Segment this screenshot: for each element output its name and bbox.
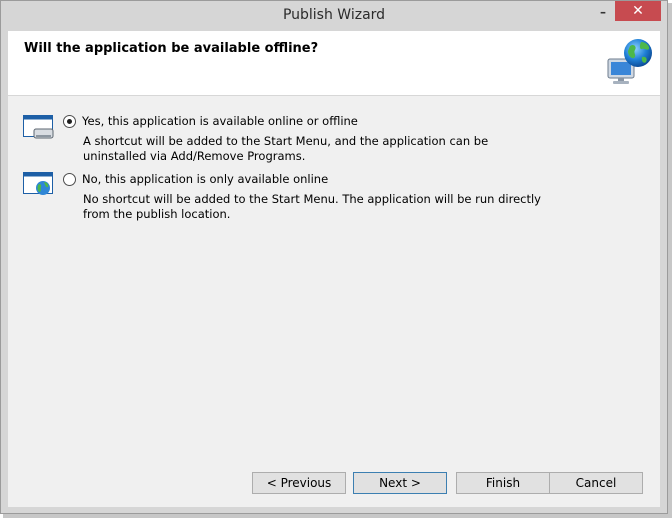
page-title: Will the application be available offlin… [24,41,319,56]
wizard-header: Will the application be available offlin… [8,31,660,95]
title-bar[interactable]: Publish Wizard – ✕ [1,1,667,31]
online-option-label[interactable]: No, this application is only available o… [82,172,328,186]
online-option-description: No shortcut will be added to the Start M… [83,192,541,221]
offline-option-label[interactable]: Yes, this application is available onlin… [82,114,358,128]
offline-option-description: A shortcut will be added to the Start Me… [83,134,489,163]
publish-wizard-window: Publish Wizard – ✕ Will the application … [0,0,668,514]
globe-computer-icon [607,39,652,84]
offline-option-radio[interactable] [63,115,76,128]
previous-button[interactable]: < Previous [252,472,346,494]
wizard-client-area: Will the application be available offlin… [8,31,660,507]
minimize-button[interactable]: – [592,6,614,23]
offline-app-icon [23,115,54,139]
next-button[interactable]: Next > [353,472,447,494]
header-divider [8,95,660,96]
online-app-icon [23,172,53,195]
online-option-radio[interactable] [63,173,76,186]
radio-selected-dot [67,119,72,124]
finish-button[interactable]: Finish [456,472,550,494]
window-title: Publish Wizard [282,7,386,23]
cancel-button[interactable]: Cancel [549,472,643,494]
close-button[interactable]: ✕ [615,1,661,21]
